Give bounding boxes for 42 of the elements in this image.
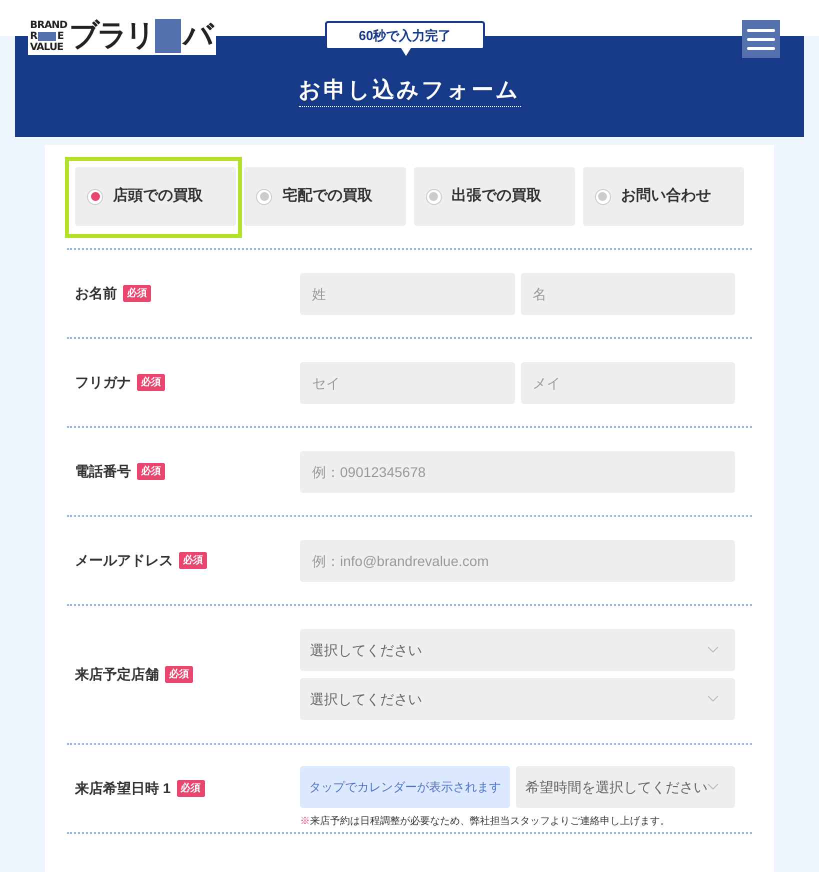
pointer-icon [401,48,411,56]
menu-button[interactable] [742,20,780,58]
logo-text: E [57,31,64,42]
page-title: お申し込みフォーム [298,74,520,107]
select-field[interactable]: 希望時間を選択してください [516,766,735,808]
chevron-down-icon [707,783,719,790]
logo-block-icon [155,19,182,53]
field-label: 来店希望日時 1 [75,779,171,798]
logo-text: バ [183,19,214,53]
field-label: メールアドレス [75,551,173,570]
required-badge: 必須 [137,374,165,391]
required-badge: 必須 [123,285,151,302]
logo-text: BRAND [30,20,68,31]
chevron-down-icon [707,646,719,653]
chevron-down-icon [707,695,719,702]
badge-text: 60秒で入力完了 [325,21,485,50]
field-label: お名前 [75,284,117,303]
option-button[interactable]: お問い合わせ [582,167,744,226]
select-field[interactable]: 選択してください [300,678,735,720]
field-label: 来店予定店舗 [75,665,159,684]
field-label: 電話番号 [75,462,131,481]
option-button[interactable]: 宅配での買取 [244,167,406,226]
input-field[interactable]: 例：09012345678 [300,450,735,492]
input-field[interactable]: セイ [300,362,514,404]
select-field[interactable]: 選択してください [300,629,735,671]
required-badge: 必須 [165,666,193,683]
logo-text: ブラリ [69,19,154,53]
note-text: ※来店予約は日程調整が必要なため、弊社担当スタッフよりご連絡申し上げます。 [300,814,671,829]
option-button[interactable]: 店頭での買取 [75,167,236,226]
field-label: フリガナ [75,373,131,392]
input-field[interactable]: 例：info@brandrevalue.com [300,540,735,582]
input-field[interactable]: メイ [520,362,735,404]
input-field[interactable]: 姓 [300,272,514,314]
required-badge: 必須 [137,463,165,480]
logo-text: R [30,31,38,42]
required-badge: 必須 [179,552,207,569]
logo-text: VALUE [30,42,64,53]
date-picker-button[interactable]: タップでカレンダーが表示されます [300,766,510,808]
input-field[interactable]: 名 [520,272,735,314]
required-badge: 必須 [176,780,205,797]
logo-block-icon [38,32,56,41]
option-button[interactable]: 出張での買取 [414,167,575,226]
